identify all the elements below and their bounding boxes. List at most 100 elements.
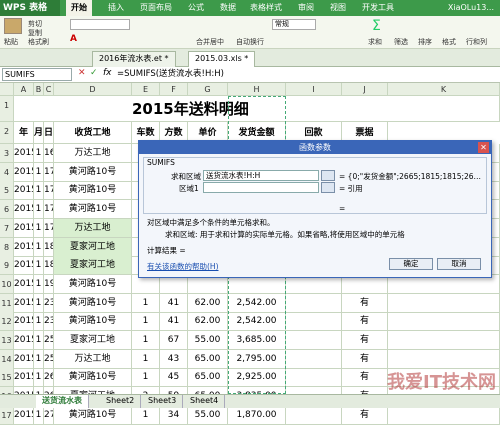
row-col-button[interactable]: 行和列 bbox=[466, 37, 487, 47]
confirm-icon[interactable]: ✓ bbox=[90, 68, 98, 78]
cell-E13[interactable]: 1 bbox=[132, 331, 160, 350]
cell-A15[interactable]: 2015 bbox=[14, 368, 34, 387]
sum-icon[interactable]: Σ bbox=[372, 18, 381, 34]
column-header-J[interactable]: J bbox=[342, 83, 388, 96]
cell-D12[interactable]: 黄河路10号 bbox=[54, 312, 132, 331]
sheet-tab-3[interactable]: Sheet3 bbox=[142, 395, 184, 408]
cell-D17[interactable]: 黄河路10号 bbox=[54, 406, 132, 425]
row-header-12[interactable]: 12 bbox=[0, 312, 14, 331]
close-icon[interactable]: ✕ bbox=[478, 142, 489, 153]
cell-I12[interactable] bbox=[286, 312, 342, 331]
cell-A11[interactable]: 2015 bbox=[14, 294, 34, 313]
cell-C3[interactable]: 16 bbox=[44, 144, 54, 163]
cell-C14[interactable]: 25 bbox=[44, 350, 54, 369]
cell-D10[interactable]: 黄河路10号 bbox=[54, 275, 132, 294]
cell-C11[interactable]: 23 bbox=[44, 294, 54, 313]
cell-B7[interactable]: 1 bbox=[34, 219, 44, 238]
cell-C13[interactable]: 25 bbox=[44, 331, 54, 350]
filter-button[interactable]: 筛选 bbox=[394, 37, 408, 47]
user-name[interactable]: XiaOLu13... bbox=[448, 0, 494, 16]
format-button[interactable]: 格式 bbox=[442, 37, 456, 47]
cell-D7[interactable]: 万达工地 bbox=[54, 219, 132, 238]
cell-I13[interactable] bbox=[286, 331, 342, 350]
cell-G14[interactable]: 65.00 bbox=[188, 350, 228, 369]
cell-B4[interactable]: 1 bbox=[34, 163, 44, 182]
cell-I15[interactable] bbox=[286, 368, 342, 387]
sheet-tab-main[interactable]: 送货流水表 bbox=[36, 395, 89, 408]
cell-B15[interactable]: 1 bbox=[34, 368, 44, 387]
column-header-F[interactable]: F bbox=[160, 83, 188, 96]
cell-A7[interactable]: 2015 bbox=[14, 219, 34, 238]
row-header-5[interactable]: 5 bbox=[0, 181, 14, 200]
cell-A10[interactable]: 2015 bbox=[14, 275, 34, 294]
cell-B10[interactable]: 1 bbox=[34, 275, 44, 294]
cell-G13[interactable]: 55.00 bbox=[188, 331, 228, 350]
cell-B3[interactable]: 1 bbox=[34, 144, 44, 163]
cell-F12[interactable]: 41 bbox=[160, 312, 188, 331]
cell-G11[interactable]: 62.00 bbox=[188, 294, 228, 313]
cell-C15[interactable]: 26 bbox=[44, 368, 54, 387]
font-name-dropdown[interactable] bbox=[70, 19, 130, 30]
cell-D13[interactable]: 夏家河工地 bbox=[54, 331, 132, 350]
cell-B6[interactable]: 1 bbox=[34, 200, 44, 219]
sum-range-ref-icon[interactable] bbox=[321, 170, 335, 181]
menu-insert[interactable]: 插入 bbox=[108, 0, 124, 16]
cell-B9[interactable]: 1 bbox=[34, 256, 44, 275]
cell-D8[interactable]: 夏家河工地 bbox=[54, 238, 132, 257]
cell-G15[interactable]: 65.00 bbox=[188, 368, 228, 387]
sheet-tab-4[interactable]: Sheet4 bbox=[184, 395, 226, 408]
cell-C4[interactable]: 17 bbox=[44, 163, 54, 182]
cell-K12[interactable] bbox=[388, 312, 500, 331]
cell-J15[interactable]: 有 bbox=[342, 368, 388, 387]
cell-E14[interactable]: 1 bbox=[132, 350, 160, 369]
column-header-K[interactable]: K bbox=[388, 83, 500, 96]
column-header-D[interactable]: D bbox=[54, 83, 132, 96]
fx-icon[interactable]: fx bbox=[103, 68, 112, 78]
column-header-I[interactable]: I bbox=[286, 83, 342, 96]
column-header-A[interactable]: A bbox=[14, 83, 34, 96]
column-header-H[interactable]: H bbox=[228, 83, 286, 96]
criteria-range-ref-icon[interactable] bbox=[321, 182, 335, 193]
cell-H17[interactable]: 1,870.00 bbox=[228, 406, 286, 425]
paste-icon[interactable] bbox=[4, 18, 22, 34]
cell-B8[interactable]: 1 bbox=[34, 238, 44, 257]
help-link[interactable]: 有关该函数的帮助(H) bbox=[147, 261, 219, 272]
row-header-4[interactable]: 4 bbox=[0, 163, 14, 182]
menu-view[interactable]: 视图 bbox=[330, 0, 346, 16]
row-header-2[interactable]: 2 bbox=[0, 122, 14, 144]
cell-C5[interactable]: 17 bbox=[44, 181, 54, 200]
criteria-range-input[interactable] bbox=[203, 182, 319, 193]
cell-B11[interactable]: 1 bbox=[34, 294, 44, 313]
name-box[interactable]: SUMIFS bbox=[2, 68, 72, 81]
cell-C6[interactable]: 17 bbox=[44, 200, 54, 219]
cancel-icon[interactable]: ✕ bbox=[78, 68, 86, 78]
row-header-10[interactable]: 10 bbox=[0, 275, 14, 294]
row-header-17[interactable]: 17 bbox=[0, 406, 14, 425]
cell-B13[interactable]: 1 bbox=[34, 331, 44, 350]
cell-A5[interactable]: 2015 bbox=[14, 181, 34, 200]
cell-A4[interactable]: 2015 bbox=[14, 163, 34, 182]
row-header-14[interactable]: 14 bbox=[0, 350, 14, 369]
sort-button[interactable]: 排序 bbox=[418, 37, 432, 47]
menu-formula[interactable]: 公式 bbox=[188, 0, 204, 16]
cell-D11[interactable]: 黄河路10号 bbox=[54, 294, 132, 313]
cell-A14[interactable]: 2015 bbox=[14, 350, 34, 369]
cell-D4[interactable]: 黄河路10号 bbox=[54, 163, 132, 182]
number-format-dropdown[interactable]: 常规 bbox=[272, 19, 316, 30]
row-header-3[interactable]: 3 bbox=[0, 144, 14, 163]
cell-G12[interactable]: 62.00 bbox=[188, 312, 228, 331]
wrap-text-button[interactable]: 自动换行 bbox=[236, 37, 264, 47]
cell-A3[interactable]: 2015 bbox=[14, 144, 34, 163]
cell-D6[interactable]: 黄河路10号 bbox=[54, 200, 132, 219]
cell-A13[interactable]: 2015 bbox=[14, 331, 34, 350]
cell-K14[interactable] bbox=[388, 350, 500, 369]
cell-B17[interactable]: 1 bbox=[34, 406, 44, 425]
row-header-11[interactable]: 11 bbox=[0, 294, 14, 313]
row-header-6[interactable]: 6 bbox=[0, 200, 14, 219]
cell-B5[interactable]: 1 bbox=[34, 181, 44, 200]
row-header-8[interactable]: 8 bbox=[0, 238, 14, 257]
cell-I14[interactable] bbox=[286, 350, 342, 369]
formula-input[interactable]: =SUMIFS(送货流水表!H:H) bbox=[117, 68, 224, 81]
cell-D15[interactable]: 黄河路10号 bbox=[54, 368, 132, 387]
cell-F14[interactable]: 43 bbox=[160, 350, 188, 369]
